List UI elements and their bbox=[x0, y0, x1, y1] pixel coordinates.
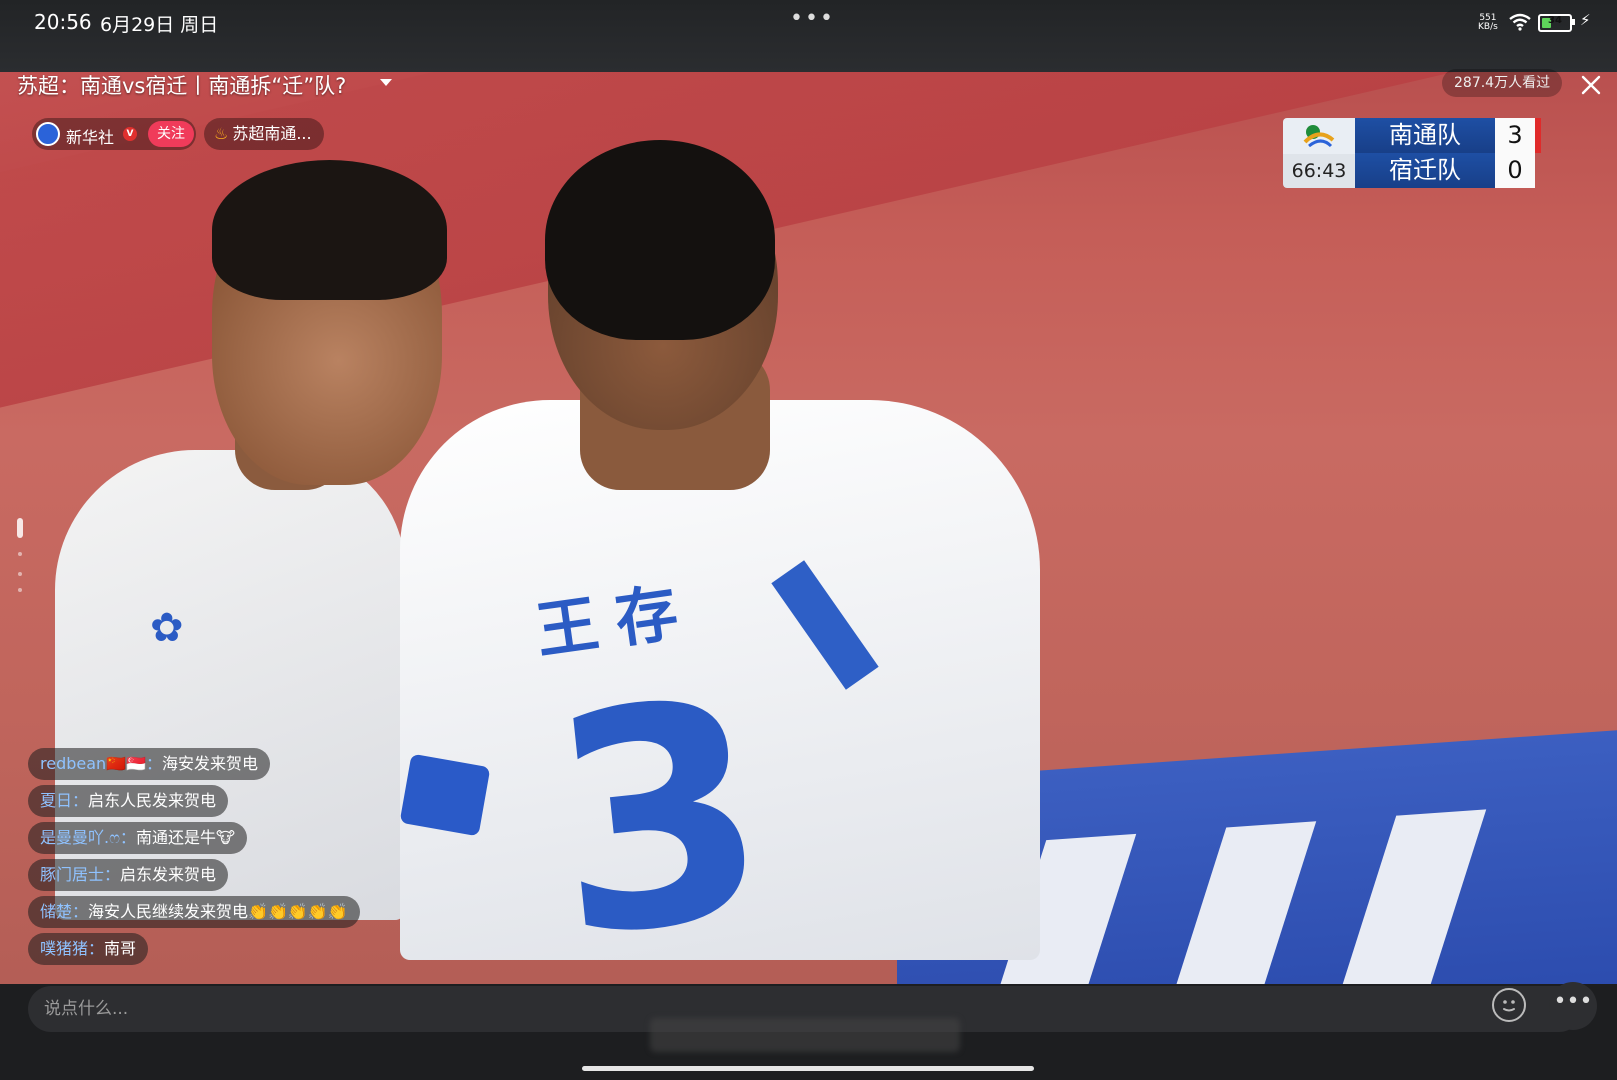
stream-title[interactable]: 苏超：南通vs宿迁丨南通拆“迁”队? bbox=[17, 70, 346, 100]
board-stripe bbox=[1167, 821, 1317, 984]
away-team-name: 宿迁队 bbox=[1355, 153, 1495, 188]
chat-username[interactable]: redbean🇨🇳🇸🇬 bbox=[40, 754, 146, 773]
page-indicator-dot bbox=[18, 552, 22, 556]
home-indicator[interactable] bbox=[582, 1066, 1034, 1071]
verified-badge: V bbox=[123, 127, 137, 141]
chat-text: 启东人民发来贺电 bbox=[88, 791, 217, 810]
league-logo-icon bbox=[1283, 118, 1355, 154]
page-indicator-dot bbox=[18, 588, 22, 592]
window-more-dots-icon[interactable]: ••• bbox=[790, 6, 835, 31]
captain-armband bbox=[399, 753, 491, 837]
charging-icon: ⚡ bbox=[1580, 11, 1591, 29]
jersey-number: 3 bbox=[537, 635, 782, 1004]
home-team-score: 3 bbox=[1495, 118, 1535, 153]
host-name[interactable]: 新华社 bbox=[66, 124, 114, 148]
topic-label: 苏超南通... bbox=[232, 124, 312, 143]
more-icon[interactable]: ••• bbox=[1549, 982, 1597, 1030]
comment-placeholder[interactable]: 说点什么... bbox=[44, 986, 128, 1032]
chat-message[interactable]: 储楚：海安人民继续发来贺电👏👏👏👏👏 bbox=[28, 896, 360, 928]
wifi-icon bbox=[1509, 13, 1531, 31]
match-clock: 66:43 bbox=[1283, 154, 1355, 188]
away-team-score: 0 bbox=[1495, 153, 1535, 188]
network-speed: 551 KB/s bbox=[1478, 14, 1498, 32]
home-team-name: 南通队 bbox=[1355, 118, 1495, 153]
close-icon[interactable] bbox=[1576, 70, 1606, 100]
status-time: 20:56 bbox=[34, 10, 92, 34]
topic-tag[interactable]: ♨ 苏超南通... bbox=[204, 118, 324, 150]
chat-message[interactable]: 是曼曼吖.ෆ：南通还是牛🐮 bbox=[28, 822, 247, 854]
chat-text: 南哥 bbox=[104, 939, 137, 958]
chat-message[interactable]: redbean🇨🇳🇸🇬：海安发来贺电 bbox=[28, 748, 271, 780]
chat-text: 南通还是牛🐮 bbox=[135, 828, 235, 847]
blurred-caption bbox=[650, 1018, 960, 1052]
fire-icon: ♨ bbox=[214, 124, 229, 143]
viewer-count: 287.4万人看过 bbox=[1442, 69, 1563, 97]
score-flag bbox=[1535, 118, 1541, 153]
chat-message[interactable]: 夏日：启东人民发来贺电 bbox=[28, 785, 229, 817]
page-indicator-dot bbox=[18, 572, 22, 576]
status-bar: 20:56 6月29日 周日 ••• 551 KB/s 34 ⚡ bbox=[0, 0, 1617, 72]
chat-username[interactable]: 是曼曼吖.ෆ bbox=[40, 828, 120, 847]
page-indicator[interactable] bbox=[17, 518, 23, 538]
jersey-crest-icon: ✿ bbox=[150, 605, 184, 651]
chat-username[interactable]: 夏日 bbox=[40, 791, 72, 810]
board-stripe bbox=[1337, 809, 1487, 984]
player-left-hair bbox=[212, 160, 447, 300]
emoji-icon[interactable] bbox=[1492, 988, 1526, 1022]
follow-button[interactable]: 关注 bbox=[148, 121, 194, 147]
chat-text: 启东发来贺电 bbox=[120, 865, 217, 884]
chat-username[interactable]: 豚门居士 bbox=[40, 865, 104, 884]
chat-username[interactable]: 噗猪猪 bbox=[40, 939, 88, 958]
network-speed-unit: KB/s bbox=[1478, 22, 1498, 32]
status-date: 6月29日 周日 bbox=[100, 14, 219, 36]
player-right-hair bbox=[545, 140, 775, 340]
battery-cap bbox=[1572, 19, 1575, 25]
host-avatar[interactable] bbox=[36, 122, 60, 146]
host-info[interactable]: 新华社 V 关注 bbox=[32, 118, 196, 150]
chat-text: 海安人民继续发来贺电👏👏👏👏👏 bbox=[88, 902, 348, 921]
chat-message[interactable]: 噗猪猪：南哥 bbox=[28, 933, 149, 965]
chat-text: 海安发来贺电 bbox=[162, 754, 259, 773]
battery-level: 34 bbox=[1548, 15, 1562, 26]
chevron-down-icon[interactable] bbox=[380, 79, 392, 86]
battery-icon: 34 bbox=[1538, 14, 1572, 32]
chat-username[interactable]: 储楚 bbox=[40, 902, 72, 921]
chat-message[interactable]: 豚门居士：启东发来贺电 bbox=[28, 859, 229, 891]
scoreboard: 66:43 南通队 3 宿迁队 0 bbox=[1283, 118, 1541, 188]
